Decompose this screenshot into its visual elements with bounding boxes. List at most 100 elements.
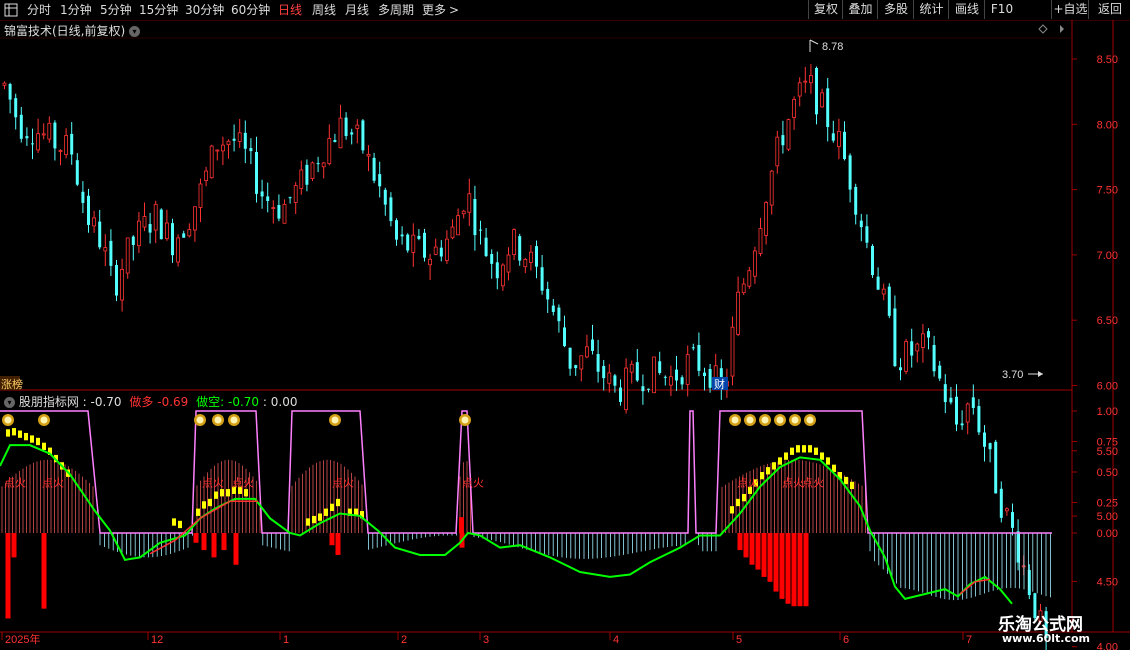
- candle-body: [871, 245, 874, 276]
- candle-body: [999, 488, 1003, 518]
- candle-body: [955, 396, 958, 425]
- candle-body: [75, 160, 79, 185]
- candle-body: [574, 365, 578, 369]
- candle-body: [675, 369, 678, 381]
- candle-body: [1011, 512, 1014, 528]
- indicator-red-bar: [329, 533, 335, 546]
- candle-body: [815, 68, 818, 115]
- candle-body: [703, 372, 706, 377]
- price-tick-label: 8.50: [1097, 54, 1118, 66]
- date-tick-label: 7: [966, 634, 972, 646]
- candle-body: [971, 397, 975, 408]
- candle-body: [826, 88, 830, 128]
- price-tick-label: 6.00: [1097, 381, 1118, 393]
- indicator-title[interactable]: ▾ 股朋指标网 : -0.70 做多 -0.69 做空: -0.70 : 0.0…: [4, 393, 297, 410]
- signal-label: 点火: [42, 477, 64, 490]
- candle-body: [843, 131, 846, 160]
- candle-body: [473, 198, 477, 236]
- candle-body: [859, 220, 863, 228]
- candle-body: [142, 216, 147, 228]
- indicator-yellow-bar: [208, 498, 212, 507]
- candle-body: [187, 229, 192, 237]
- candle-body: [47, 122, 52, 140]
- candle-body: [310, 162, 315, 179]
- indicator-yellow-bar: [808, 445, 812, 453]
- indicator-yellow-bar: [796, 445, 800, 453]
- indicator-yellow-bar: [802, 445, 806, 453]
- left-marker: 涨榜: [1, 377, 23, 391]
- long-label: 做多: [129, 395, 154, 409]
- candle-body: [215, 149, 220, 152]
- signal-label: 点火: [462, 477, 484, 490]
- candle-body: [523, 259, 528, 268]
- indicator-yellow-bar: [318, 513, 322, 521]
- candle-body: [1016, 531, 1020, 563]
- candle-body: [237, 132, 242, 142]
- date-tick-label: 5: [736, 634, 742, 646]
- indicator-yellow-bar: [760, 472, 764, 480]
- money-bag-icon: [214, 416, 222, 424]
- candle-body: [500, 264, 505, 287]
- candle-body: [915, 343, 920, 352]
- candle-body: [927, 331, 930, 338]
- candle-body: [243, 132, 247, 149]
- candle-body: [943, 384, 947, 403]
- indicator-value: -0.70: [90, 395, 122, 409]
- candle-body: [938, 365, 942, 379]
- candle-body: [769, 170, 774, 206]
- indicator-red-bar: [749, 533, 755, 565]
- indicator-red-bar: [803, 533, 809, 607]
- money-bag-icon: [4, 416, 12, 424]
- candle-body: [557, 307, 561, 322]
- money-bag-icon: [230, 416, 238, 424]
- main-chart-title[interactable]: 锦富技术(日线,前复权) ▾: [4, 22, 141, 39]
- candle-body: [87, 195, 90, 225]
- chevron-down-icon[interactable]: ▾: [129, 26, 141, 37]
- money-bag-icon: [196, 416, 204, 424]
- candle-body: [372, 157, 376, 181]
- triangle-icon: [1060, 25, 1064, 33]
- candle-body: [899, 367, 902, 371]
- signal-label: 点火: [802, 477, 824, 490]
- money-bag-icon: [40, 416, 48, 424]
- candle-body: [641, 386, 645, 392]
- candle-body: [775, 136, 780, 167]
- indicator-yellow-bar: [226, 489, 230, 497]
- indicator-red-bar: [779, 533, 785, 599]
- candle-body: [277, 205, 281, 219]
- date-tick-label: 4: [613, 634, 619, 646]
- indicator-tick-label: 1.00: [1097, 406, 1118, 418]
- indicator-yellow-bar: [306, 518, 310, 526]
- candle-body: [450, 226, 455, 239]
- candle-body: [585, 346, 589, 358]
- candle-body: [647, 388, 650, 390]
- chevron-down-icon[interactable]: ▾: [4, 397, 15, 408]
- candle-body: [764, 201, 768, 236]
- candle-body: [753, 250, 757, 277]
- indicator-yellow-bar: [736, 498, 740, 507]
- candle-body: [529, 251, 533, 263]
- candle-body: [164, 222, 169, 240]
- candle-body: [490, 254, 494, 264]
- candle-body: [960, 423, 964, 426]
- indicator-red-bar: [41, 533, 47, 609]
- candle-body: [619, 387, 622, 402]
- candle-body: [417, 235, 421, 239]
- indicator-name: 股朋指标网: [18, 395, 79, 409]
- candle-body: [53, 122, 57, 149]
- candle-body: [64, 135, 68, 156]
- indicator-red-bar: [211, 533, 217, 558]
- date-tick-label: 3: [483, 634, 489, 646]
- candle-body: [338, 117, 343, 149]
- indicator-yellow-bar: [172, 518, 176, 526]
- finance-marker: 财: [714, 377, 725, 391]
- indicator-yellow-bar: [778, 457, 782, 465]
- candle-body: [36, 133, 40, 151]
- candle-body: [1005, 508, 1009, 512]
- candle-body: [591, 339, 594, 351]
- candle-body: [232, 138, 236, 141]
- long-value: -0.69: [157, 395, 189, 409]
- date-tick-label: 2025年: [5, 632, 40, 646]
- indicator-red-bar: [773, 533, 779, 592]
- candle-body: [669, 376, 673, 386]
